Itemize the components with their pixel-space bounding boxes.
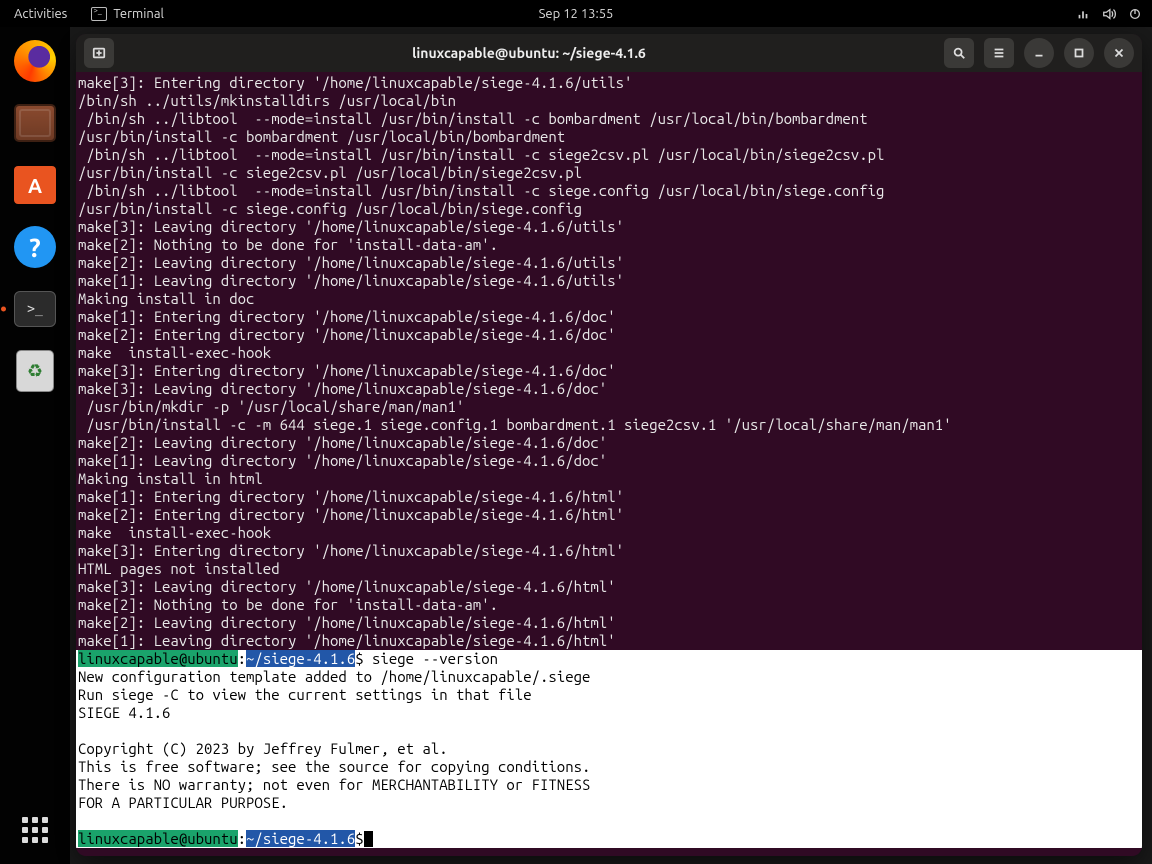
network-icon <box>1076 7 1090 21</box>
files-icon <box>14 104 56 142</box>
cursor <box>364 831 373 847</box>
window-title: linuxcapable@ubuntu: ~/siege-4.1.6 <box>122 45 936 61</box>
gnome-top-bar: Activities Terminal Sep 12 13:55 <box>0 0 1152 27</box>
terminal-output-line: Making install in doc <box>76 290 1142 308</box>
terminal-output-line: make[3]: Leaving directory '/home/linuxc… <box>76 578 1142 596</box>
minimize-button[interactable] <box>1024 38 1054 68</box>
terminal-output-line: SIEGE 4.1.6 <box>76 704 1142 722</box>
terminal-output-line: make[2]: Leaving directory '/home/linuxc… <box>76 434 1142 452</box>
window-titlebar[interactable]: linuxcapable@ubuntu: ~/siege-4.1.6 <box>76 34 1142 72</box>
search-button[interactable] <box>944 38 974 68</box>
terminal-output-line: make[2]: Leaving directory '/home/linuxc… <box>76 614 1142 632</box>
hamburger-menu-button[interactable] <box>984 38 1014 68</box>
power-icon <box>1128 7 1142 21</box>
dock-item-help[interactable]: ? <box>9 221 61 273</box>
terminal-icon: >_ <box>14 291 56 327</box>
terminal-output-line: FOR A PARTICULAR PURPOSE. <box>76 794 1142 812</box>
system-status-area[interactable] <box>1076 7 1142 21</box>
maximize-button[interactable] <box>1064 38 1094 68</box>
terminal-output-line: make[2]: Entering directory '/home/linux… <box>76 506 1142 524</box>
firefox-icon <box>14 40 56 82</box>
prompt-user-host: linuxcapable@ubuntu <box>78 650 238 667</box>
volume-icon <box>1102 7 1116 21</box>
dock-item-files[interactable] <box>9 97 61 149</box>
terminal-output-line: make[2]: Leaving directory '/home/linuxc… <box>76 254 1142 272</box>
terminal-output-line: New configuration template added to /hom… <box>76 668 1142 686</box>
terminal-output-line: /usr/bin/install -c bombardment /usr/loc… <box>76 128 1142 146</box>
terminal-output-line <box>76 812 1142 830</box>
terminal-output-line: make[2]: Entering directory '/home/linux… <box>76 326 1142 344</box>
prompt-line[interactable]: linuxcapable@ubuntu:~/siege-4.1.6$ siege… <box>76 650 1142 668</box>
terminal-output-line: This is free software; see the source fo… <box>76 758 1142 776</box>
active-app-menu[interactable]: Terminal <box>81 7 174 21</box>
show-applications-button[interactable] <box>13 808 57 852</box>
terminal-output-line: make[1]: Entering directory '/home/linux… <box>76 488 1142 506</box>
terminal-output-line: make[2]: Nothing to be done for 'install… <box>76 596 1142 614</box>
terminal-output-line: make[1]: Leaving directory '/home/linuxc… <box>76 452 1142 470</box>
terminal-output-line: make[1]: Leaving directory '/home/linuxc… <box>76 632 1142 650</box>
terminal-output-line: make[2]: Nothing to be done for 'install… <box>76 236 1142 254</box>
terminal-output-line: There is NO warranty; not even for MERCH… <box>76 776 1142 794</box>
terminal-output-line: /usr/bin/mkdir -p '/usr/local/share/man/… <box>76 398 1142 416</box>
terminal-output-line: /bin/sh ../utils/mkinstalldirs /usr/loca… <box>76 92 1142 110</box>
terminal-output-line: make[3]: Entering directory '/home/linux… <box>76 362 1142 380</box>
terminal-output-line: make[3]: Leaving directory '/home/linuxc… <box>76 218 1142 236</box>
trash-icon <box>16 350 54 392</box>
terminal-output-line: make[3]: Entering directory '/home/linux… <box>76 542 1142 560</box>
new-tab-button[interactable] <box>84 38 114 68</box>
terminal-output-line: /usr/bin/install -c -m 644 siege.1 siege… <box>76 416 1142 434</box>
help-icon: ? <box>14 226 56 268</box>
terminal-output-line: /bin/sh ../libtool --mode=install /usr/b… <box>76 182 1142 200</box>
activities-button[interactable]: Activities <box>0 7 81 21</box>
terminal-output-line: Making install in html <box>76 470 1142 488</box>
prompt-dollar: $ <box>355 650 363 667</box>
terminal-output-line: Copyright (C) 2023 by Jeffrey Fulmer, et… <box>76 740 1142 758</box>
dock-item-trash[interactable] <box>9 345 61 397</box>
terminal-window: linuxcapable@ubuntu: ~/siege-4.1.6 make[… <box>76 34 1142 856</box>
terminal-output-line: /bin/sh ../libtool --mode=install /usr/b… <box>76 146 1142 164</box>
clock[interactable]: Sep 12 13:55 <box>539 7 614 21</box>
terminal-output-line: make install-exec-hook <box>76 344 1142 362</box>
terminal-output-line: make[1]: Entering directory '/home/linux… <box>76 308 1142 326</box>
prompt-separator: : <box>238 650 246 667</box>
terminal-output-line: HTML pages not installed <box>76 560 1142 578</box>
dock-item-firefox[interactable] <box>9 35 61 87</box>
terminal-output-line: Run siege -C to view the current setting… <box>76 686 1142 704</box>
prompt-line[interactable]: linuxcapable@ubuntu:~/siege-4.1.6$ <box>76 830 1142 848</box>
dock-item-terminal[interactable]: >_ <box>9 283 61 335</box>
entered-command: siege --version <box>364 650 498 667</box>
ubuntu-dock: ? >_ <box>0 27 70 864</box>
apps-grid-icon <box>22 817 48 843</box>
terminal-icon <box>91 7 107 21</box>
terminal-output-line <box>76 722 1142 740</box>
terminal-viewport[interactable]: make[3]: Entering directory '/home/linux… <box>76 72 1142 856</box>
terminal-output-line: /usr/bin/install -c siege2csv.pl /usr/lo… <box>76 164 1142 182</box>
prompt-path: ~/siege-4.1.6 <box>246 830 355 847</box>
software-icon <box>14 166 56 204</box>
prompt-path: ~/siege-4.1.6 <box>246 650 355 667</box>
close-button[interactable] <box>1104 38 1134 68</box>
terminal-output-line: /usr/bin/install -c siege.config /usr/lo… <box>76 200 1142 218</box>
terminal-output-line: make[1]: Leaving directory '/home/linuxc… <box>76 272 1142 290</box>
prompt-user-host: linuxcapable@ubuntu <box>78 830 238 847</box>
prompt-separator: : <box>238 830 246 847</box>
terminal-output-line: make[3]: Entering directory '/home/linux… <box>76 74 1142 92</box>
dock-item-software[interactable] <box>9 159 61 211</box>
prompt-dollar: $ <box>355 830 363 847</box>
terminal-output-line: make install-exec-hook <box>76 524 1142 542</box>
terminal-output-line: /bin/sh ../libtool --mode=install /usr/b… <box>76 110 1142 128</box>
active-app-label: Terminal <box>113 7 164 21</box>
terminal-output-line: make[3]: Leaving directory '/home/linuxc… <box>76 380 1142 398</box>
